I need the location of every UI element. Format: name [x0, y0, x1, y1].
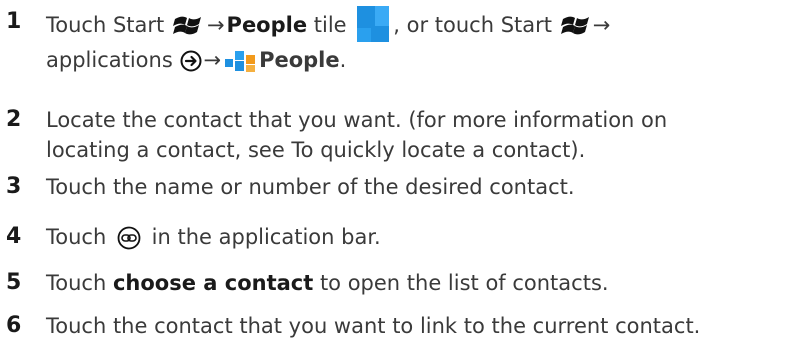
step-text: Touch choose a contact to open the list … — [46, 269, 806, 297]
applications-arrow-icon — [180, 50, 202, 72]
step-text: Touch the name or number of the desired … — [46, 175, 575, 199]
step-text-part: applications — [46, 48, 173, 72]
choose-a-contact-label: choose a contact — [112, 271, 314, 295]
step-number: 6 — [6, 313, 22, 338]
step-text-line: locating a contact, see To quickly locat… — [46, 138, 586, 162]
step-text-part: Touch — [46, 271, 113, 295]
step-text-part: Touch — [46, 225, 107, 249]
arrow: → — [203, 48, 222, 72]
step-number: 5 — [6, 270, 22, 295]
step-text: Touch in the application bar. — [46, 223, 806, 251]
people-label: People — [259, 48, 340, 72]
step-number: 4 — [6, 224, 22, 249]
people-tile-icon — [225, 49, 256, 73]
step-text-part: Touch Start — [46, 13, 165, 37]
windows-start-icon — [172, 15, 203, 37]
step-text-part: to open the list of contacts. — [313, 271, 609, 295]
step-number: 2 — [6, 107, 22, 132]
link-icon — [117, 226, 141, 250]
step-text: Touch the contact that you want to link … — [46, 314, 701, 338]
windows-start-icon — [560, 15, 591, 37]
arrow: → — [592, 13, 611, 37]
step-number: 3 — [6, 174, 22, 199]
step-text: Touch Start →People tile , or touch Star… — [46, 6, 806, 44]
people-tile-icon — [357, 6, 390, 42]
step-text-part: in the application bar. — [151, 225, 381, 249]
step-text-part: , or touch Start — [393, 13, 553, 37]
step-text-part: tile — [307, 13, 347, 37]
step-text-line: applications → People. — [46, 46, 346, 74]
people-label: People — [226, 13, 308, 37]
step-number: 1 — [6, 9, 22, 34]
step-text-part: . — [339, 48, 347, 72]
step-text: Locate the contact that you want. (for m… — [46, 108, 668, 132]
arrow: → — [206, 13, 225, 37]
